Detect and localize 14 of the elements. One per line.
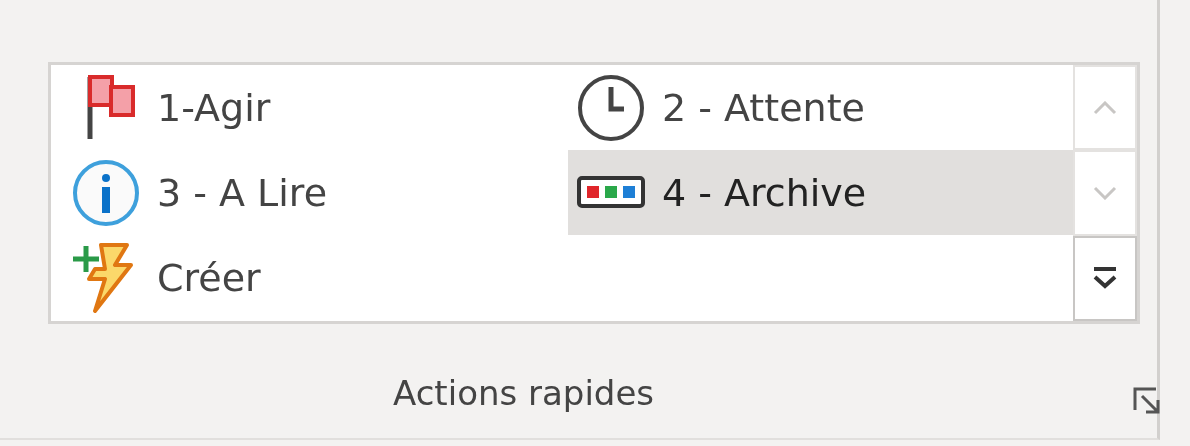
quick-step-item[interactable]: 1-Agir — [63, 65, 568, 150]
quick-step-item[interactable]: Créer — [63, 235, 568, 320]
more-button[interactable] — [1073, 235, 1137, 321]
quick-step-item[interactable]: 4 - Archive — [568, 150, 1073, 235]
dialog-launcher-icon[interactable] — [1132, 386, 1162, 416]
archive-icon — [576, 174, 646, 211]
quick-step-item[interactable]: 2 - Attente — [568, 65, 1073, 150]
chevron-icon — [1093, 100, 1117, 115]
expand-icon — [1092, 266, 1118, 291]
info-icon — [71, 157, 141, 228]
group-label: Actions rapides — [393, 373, 655, 413]
chevron-icon — [1093, 186, 1117, 200]
quick-step-item[interactable]: 3 - A Lire — [63, 150, 568, 235]
clock-icon — [576, 72, 646, 143]
